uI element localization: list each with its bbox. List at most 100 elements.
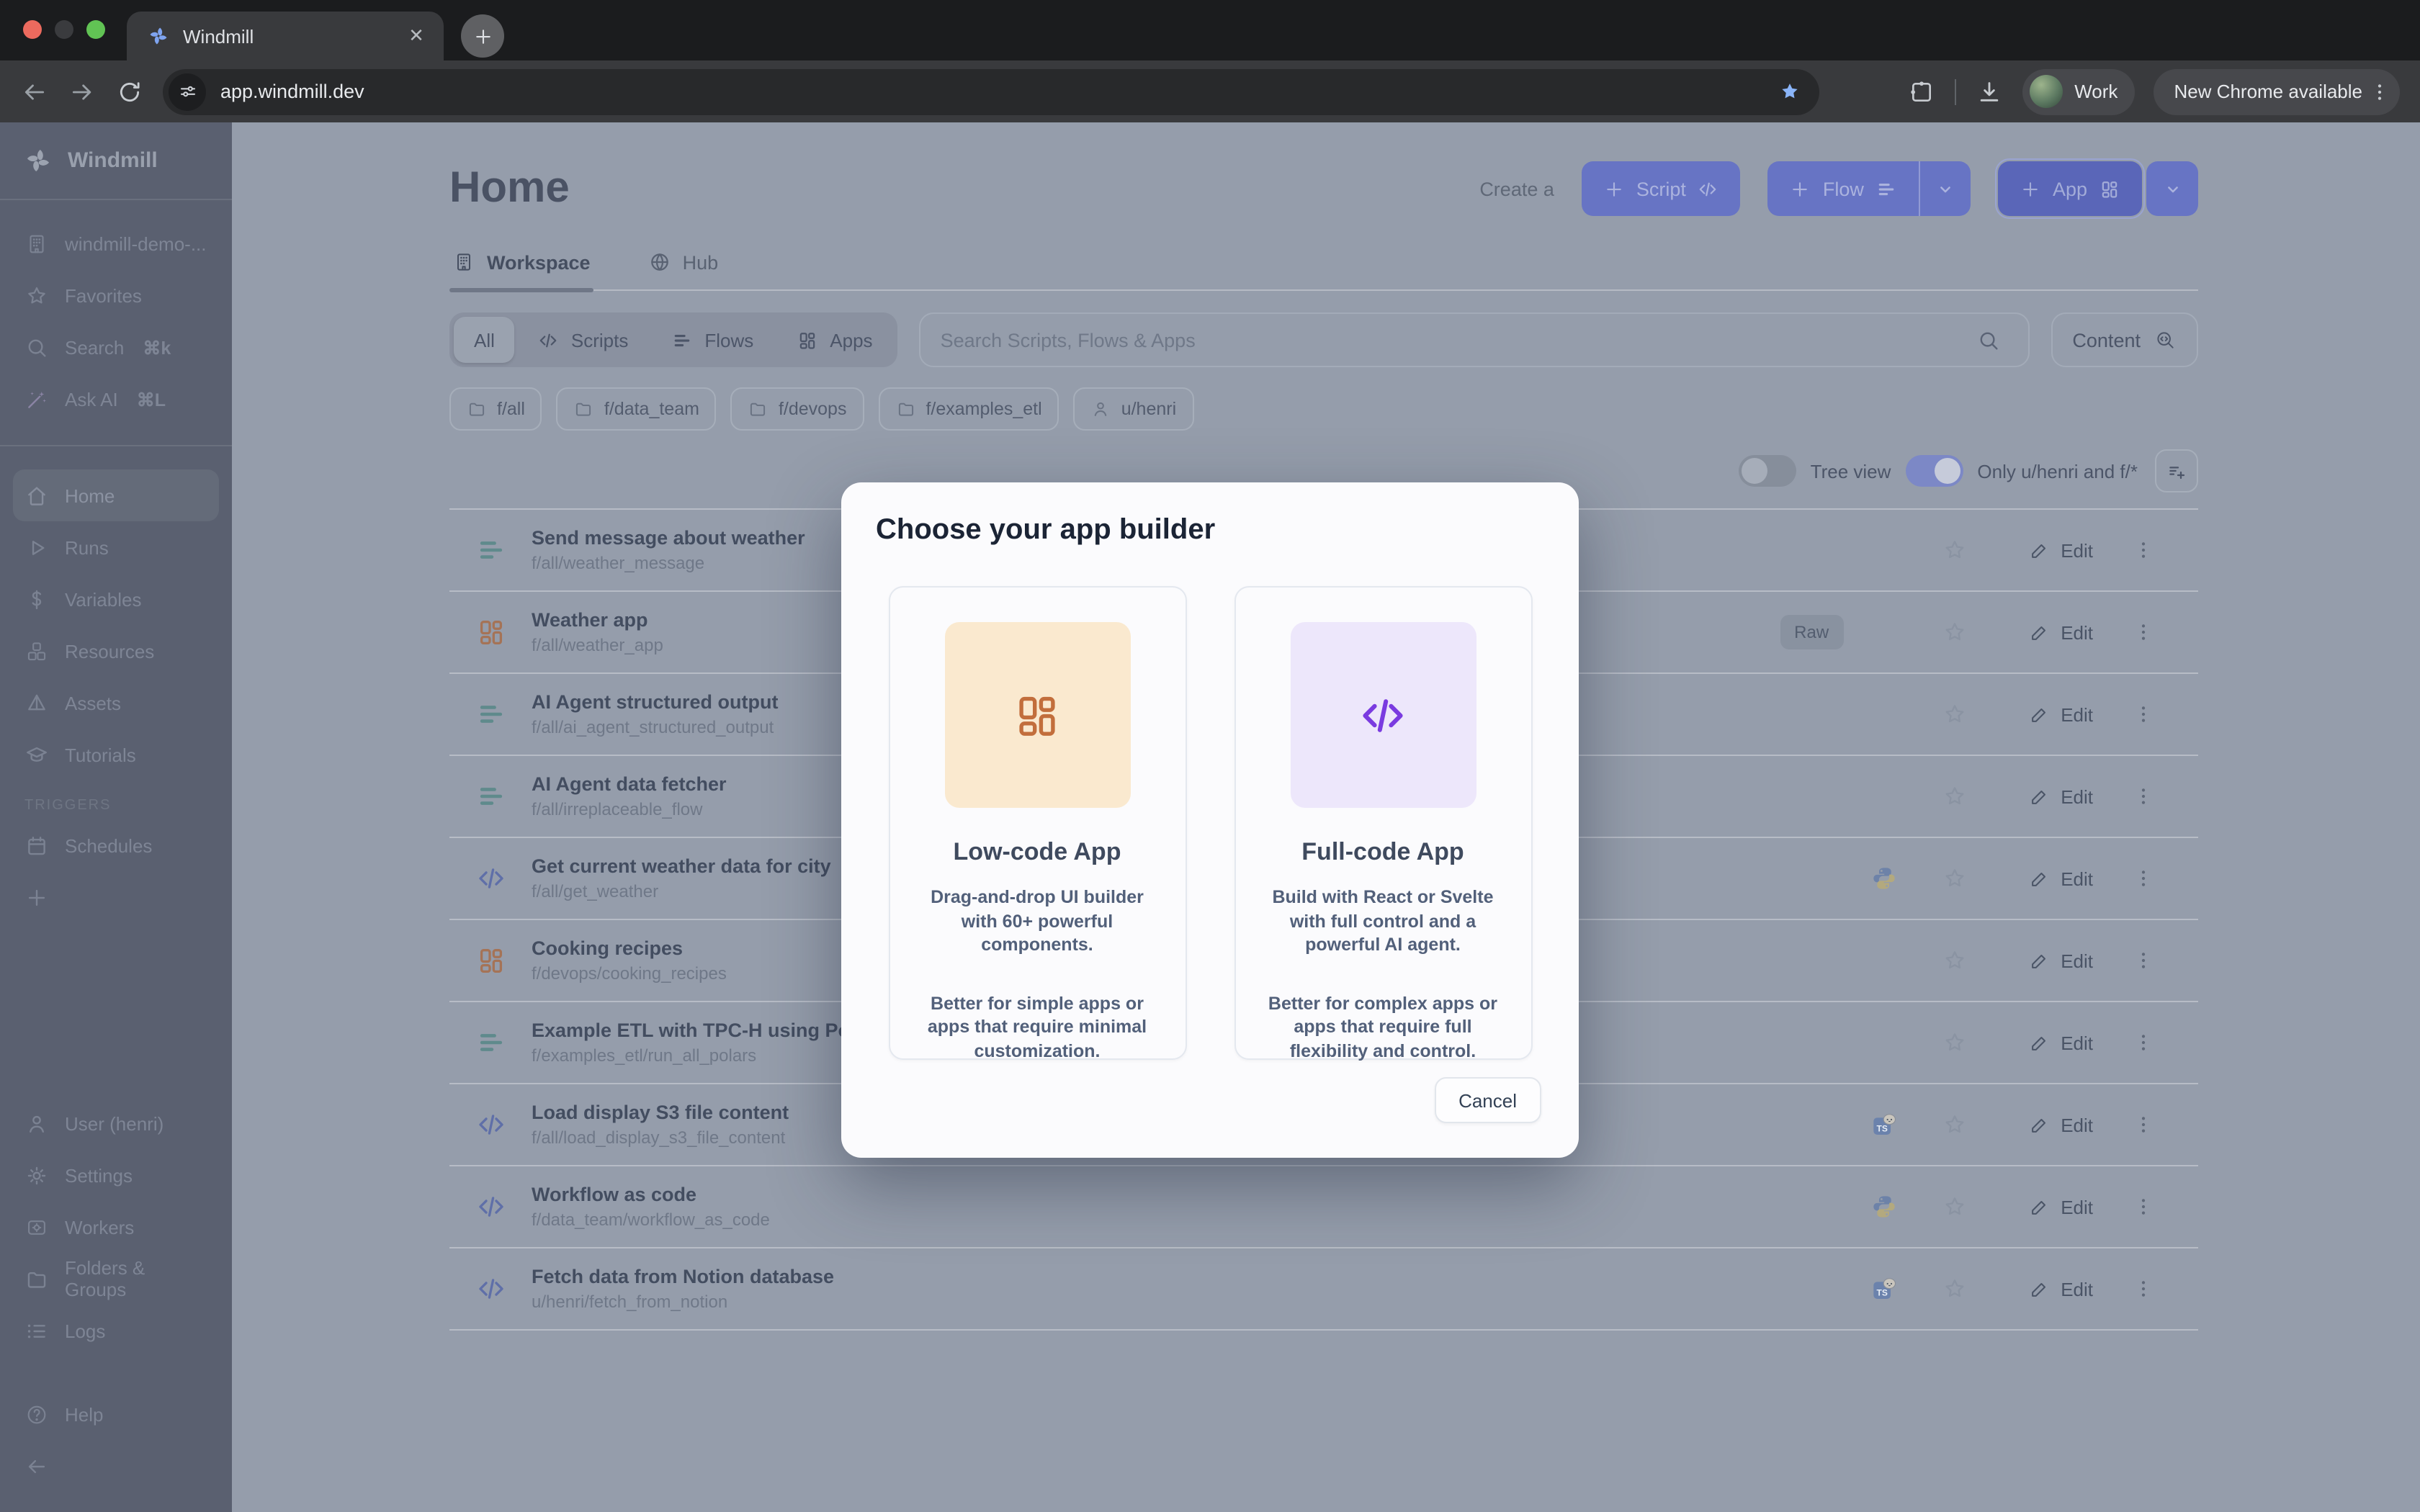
create-flow-button[interactable]: Flow [1768,161,1971,216]
site-settings-button[interactable] [169,73,206,110]
tab-workspace[interactable]: Workspace [449,251,593,289]
favorite-star-button[interactable] [1941,783,1967,809]
app-dropdown-button[interactable] [2146,161,2198,216]
row-menu-button[interactable] [2132,703,2155,726]
svg-text:TS: TS [1876,1123,1887,1133]
extra-filters-button[interactable] [2155,449,2198,492]
forward-icon[interactable] [68,77,97,106]
sidebar-item-schedules[interactable]: Schedules [0,819,232,871]
browser-menu-icon[interactable] [2368,80,2391,103]
sidebar-item-workers[interactable]: Workers [0,1201,232,1253]
sidebar-item-folders-groups[interactable]: Folders & Groups [0,1253,232,1305]
chrome-update-button[interactable]: New Chrome available [2154,68,2400,114]
row-menu-button[interactable] [2132,1277,2155,1300]
sidebar-item-assets[interactable]: Assets [0,677,232,729]
reload-icon[interactable] [115,77,144,106]
sidebar-item-tutorials[interactable]: Tutorials [0,729,232,780]
row-type-icon [475,534,507,566]
edit-button[interactable]: Edit [2027,868,2093,889]
chip-f-data-team[interactable]: f/data_team [557,387,717,431]
sidebar-item-home[interactable]: Home [13,469,219,521]
sidebar-item-logs[interactable]: Logs [0,1305,232,1356]
search-input[interactable] [920,329,1950,351]
building-icon [24,231,49,256]
bookmark-star-icon[interactable] [1778,79,1802,104]
sidebar-item-user[interactable]: User (henri) [0,1097,232,1149]
edit-button[interactable]: Edit [2027,950,2093,971]
favorite-star-button[interactable] [1941,1030,1967,1056]
sidebar-item-ask-ai[interactable]: Ask AI ⌘L [0,373,232,425]
sidebar-item-search[interactable]: Search ⌘k [0,321,232,373]
windmill-brand[interactable]: Windmill [0,122,232,200]
url-input[interactable] [220,81,1763,102]
sidebar-item-favorites[interactable]: Favorites [0,269,232,321]
app-button-label: App [2053,178,2087,199]
edit-button[interactable]: Edit [2027,786,2093,807]
favorite-star-button[interactable] [1941,537,1967,563]
row-menu-button[interactable] [2132,785,2155,808]
extensions-icon[interactable] [1907,77,1936,106]
address-bar[interactable] [163,68,1819,114]
row-menu-button[interactable] [2132,867,2155,890]
content-search-button[interactable]: Content [2051,312,2198,367]
favorite-star-button[interactable] [1941,948,1967,973]
favorite-star-button[interactable] [1941,1112,1967,1138]
back-icon[interactable] [20,77,49,106]
sidebar-item-runs[interactable]: Runs [0,521,232,573]
favorite-star-button[interactable] [1941,865,1967,891]
sidebar-collapse-button[interactable] [0,1440,232,1492]
sidebar-item-workspace[interactable]: windmill-demo-... [0,217,232,269]
close-window-button[interactable] [23,20,42,39]
chip-f-examples-etl[interactable]: f/examples_etl [878,387,1059,431]
create-app-button[interactable]: App [1998,161,2142,216]
sidebar-item-resources[interactable]: Resources [0,625,232,677]
sidebar-add-button[interactable] [0,871,232,923]
flow-dropdown-button[interactable] [1919,161,1971,216]
row-menu-button[interactable] [2132,1113,2155,1136]
download-icon[interactable] [1975,77,2004,106]
chip-f-devops[interactable]: f/devops [731,387,864,431]
minimize-window-button[interactable] [55,20,73,39]
tab-close-icon[interactable]: ✕ [403,23,429,49]
edit-button[interactable]: Edit [2027,1196,2093,1218]
edit-button[interactable]: Edit [2027,703,2093,725]
search-submit[interactable] [1950,314,2027,366]
sidebar-item-variables[interactable]: Variables [0,573,232,625]
edit-button[interactable]: Edit [2027,1114,2093,1135]
sidebar-item-settings[interactable]: Settings [0,1149,232,1201]
table-row[interactable]: Fetch data from Notion database u/henri/… [449,1248,2198,1331]
browser-tab[interactable]: Windmill ✕ [127,12,444,60]
create-script-button[interactable]: Script [1582,161,1741,216]
segment-flows[interactable]: Flows [651,317,774,363]
edit-button[interactable]: Edit [2027,621,2093,643]
profile-button[interactable]: Work [2022,68,2135,114]
segment-all[interactable]: All [454,317,515,363]
low-code-app-card[interactable]: Low-code App Drag-and-drop UI builder wi… [888,586,1186,1060]
search-bar[interactable] [919,312,2030,367]
maximize-window-button[interactable] [86,20,105,39]
favorite-star-button[interactable] [1941,1276,1967,1302]
cancel-button[interactable]: Cancel [1434,1077,1541,1123]
row-menu-button[interactable] [2132,1031,2155,1054]
edit-button[interactable]: Edit [2027,1278,2093,1300]
favorite-star-button[interactable] [1941,619,1967,645]
chip-u-henri[interactable]: u/henri [1074,387,1193,431]
full-code-app-card[interactable]: Full-code App Build with React or Svelte… [1234,586,1532,1060]
table-row[interactable]: Workflow as code f/data_team/workflow_as… [449,1166,2198,1248]
row-menu-button[interactable] [2132,621,2155,644]
sidebar-item-help[interactable]: Help [0,1388,232,1440]
row-menu-button[interactable] [2132,949,2155,972]
segment-scripts[interactable]: Scripts [518,317,648,363]
chip-f-all[interactable]: f/all [449,387,542,431]
edit-button[interactable]: Edit [2027,539,2093,561]
row-menu-button[interactable] [2132,539,2155,562]
segment-apps[interactable]: Apps [776,317,892,363]
tab-hub[interactable]: Hub [645,251,722,289]
tree-view-toggle[interactable] [1739,455,1796,487]
favorite-star-button[interactable] [1941,1194,1967,1220]
row-menu-button[interactable] [2132,1195,2155,1218]
owner-filter-toggle[interactable] [1905,455,1963,487]
new-tab-button[interactable] [461,14,504,58]
edit-button[interactable]: Edit [2027,1032,2093,1053]
favorite-star-button[interactable] [1941,701,1967,727]
